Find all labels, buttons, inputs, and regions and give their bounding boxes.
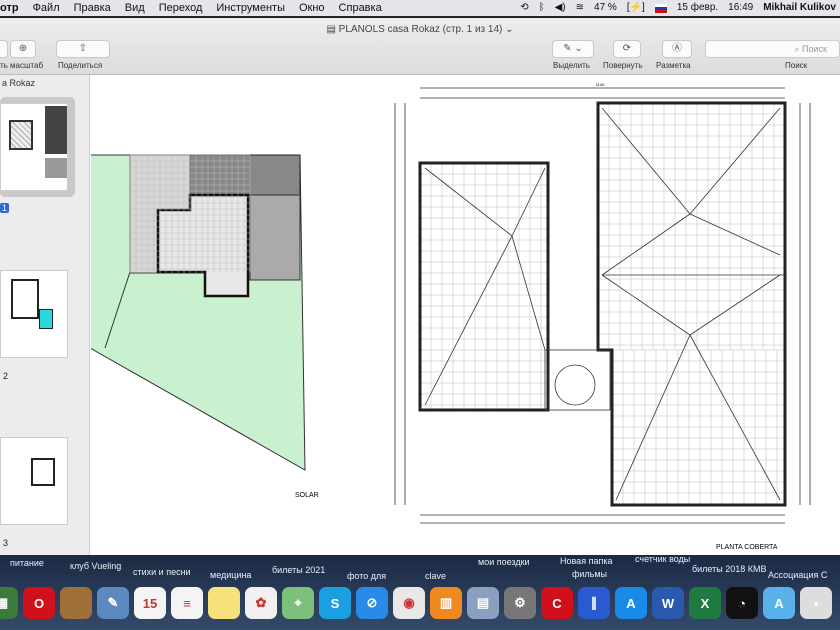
desktop-folder-label[interactable]: Ассоциация С [768, 570, 827, 580]
dock: ▦ O ✎ 15 ≡ ✿ ⌖ S ⊘ ◉ ▥ ▤ ⚙ C ∥ A W X ◔ A ▪ [0, 587, 832, 627]
dock-screens-icon[interactable]: ▦ [0, 587, 18, 619]
window-title-text: PLANOLS casa Rokaz (стр. 1 из 14) [338, 24, 503, 35]
search-placeholder: Поиск [802, 44, 827, 54]
battery-icon[interactable]: [⚡] [627, 2, 645, 13]
dock-notes-icon[interactable] [208, 587, 240, 619]
desktop-folder-label[interactable]: стихи и песни [133, 567, 191, 577]
solar-label: SOLAR [295, 492, 319, 499]
battery-percent[interactable]: 47 % [594, 2, 617, 13]
chevron-down-icon: ⌄ [574, 43, 583, 54]
dock-skype-icon[interactable]: S [319, 587, 351, 619]
menu-bar: отр Файл Правка Вид Переход Инструменты … [0, 0, 840, 18]
zoom-label: ть масштаб [0, 61, 44, 70]
document-page[interactable]: 1140 SOLAR PLANTA COBERTA [89, 75, 840, 555]
page-thumbnail-1[interactable] [0, 103, 68, 191]
gray-area [249, 194, 301, 281]
desktop-folder-label[interactable]: фильмы [572, 569, 607, 579]
zoom-in-button[interactable]: ⊕ [10, 40, 36, 58]
document-icon: ▤ [326, 24, 339, 35]
time-machine-icon[interactable]: ⟲ [520, 2, 528, 13]
share-button[interactable]: ⇧ [56, 40, 110, 58]
roof-left [418, 161, 550, 412]
menu-view[interactable]: отр [0, 2, 19, 14]
menubar-time[interactable]: 16:49 [728, 2, 753, 13]
input-source-flag-icon[interactable] [654, 4, 667, 13]
page-number-3[interactable]: 3 [3, 538, 8, 548]
thumbnail-sidebar: a Rokaz 1 2 3 [0, 75, 90, 555]
toolbar: ▤ PLANOLS casa Rokaz (стр. 1 из 14) ⌄ ⊕ … [0, 18, 840, 75]
menu-edit[interactable]: Правка [74, 2, 111, 14]
dock-applications-folder-icon[interactable]: A [763, 587, 795, 619]
zoom-out-button[interactable] [0, 40, 8, 58]
highlight-button[interactable]: ✎ ⌄ [552, 40, 594, 58]
rotate-button[interactable]: ⟳ [613, 40, 641, 58]
desktop-folder-label[interactable]: питание [10, 558, 44, 568]
zoom-in-icon: ⊕ [18, 43, 28, 54]
desktop-folder-label[interactable]: медицина [210, 570, 251, 580]
rotate-icon: ⟳ [622, 43, 632, 54]
menu-go[interactable]: Переход [159, 2, 203, 14]
share-label: Поделиться [58, 61, 103, 70]
dock-opera-icon[interactable]: O [23, 587, 55, 619]
bluetooth-icon[interactable]: ᛒ [539, 2, 545, 13]
roof-slope-lines [394, 87, 811, 524]
dock-speedtest-icon[interactable]: ◔ [726, 587, 758, 619]
dock-parallels-icon[interactable]: ∥ [578, 587, 610, 619]
dock-maps-icon[interactable]: ⌖ [282, 587, 314, 619]
desktop-folder-label[interactable]: билеты 2018 КМВ [692, 564, 767, 574]
desktop-folder-label[interactable]: мои поездки [478, 557, 530, 567]
desktop-folder-label[interactable]: clave [425, 571, 446, 581]
desktop-folder-label[interactable]: фото для [347, 571, 386, 581]
dock-app-store-icon[interactable]: A [615, 587, 647, 619]
menu-help[interactable]: Справка [339, 2, 382, 14]
dock-acrobat-icon[interactable]: C [541, 587, 573, 619]
dock-preview-icon[interactable]: ✎ [97, 587, 129, 619]
menu-tools[interactable]: Инструменты [216, 2, 285, 14]
dock-calendar-icon[interactable]: 15 [134, 587, 166, 619]
desktop-folder-label[interactable]: Новая папка [560, 556, 612, 566]
dock-chrome-icon[interactable]: ◉ [393, 587, 425, 619]
desktop-folder-label[interactable]: клуб Vueling [70, 561, 121, 571]
markup-icon: Ⓐ [672, 43, 682, 54]
desktop-folder-label[interactable]: билеты 2021 [272, 565, 325, 575]
page-thumbnail-3[interactable] [0, 437, 68, 525]
markup-button[interactable]: Ⓐ [662, 40, 692, 58]
search-input[interactable]: ⌕ Поиск [705, 40, 840, 58]
rotate-label: Повернуть [603, 61, 643, 70]
window-title[interactable]: ▤ PLANOLS casa Rokaz (стр. 1 из 14) ⌄ [0, 24, 840, 35]
dock-excel-icon[interactable]: X [689, 587, 721, 619]
dim-total: 1140 [596, 82, 605, 87]
highlight-label: Выделить [553, 61, 590, 70]
dock-photos-icon[interactable]: ✿ [245, 587, 277, 619]
dock-image-capture-icon[interactable]: ▤ [467, 587, 499, 619]
menu-window[interactable]: Окно [299, 2, 325, 14]
planta-coberta-label: PLANTA COBERTA [716, 544, 778, 551]
dock-finder-window-icon[interactable]: ▪ [800, 587, 832, 619]
dock-safari-icon[interactable]: ⊘ [356, 587, 388, 619]
share-icon: ⇧ [78, 43, 88, 54]
dock-reminders-icon[interactable]: ≡ [171, 587, 203, 619]
menu-view2[interactable]: Вид [125, 2, 145, 14]
pen-icon: ✎ [563, 43, 572, 54]
menu-file[interactable]: Файл [33, 2, 60, 14]
dock-word-icon[interactable]: W [652, 587, 684, 619]
desktop-folder-label[interactable]: счетчик воды [635, 554, 690, 564]
floor-plan-drawing: 1140 SOLAR PLANTA COBERTA [89, 82, 811, 551]
search-label: Поиск [785, 61, 808, 70]
markup-label: Разметка [656, 61, 691, 70]
page-number-2[interactable]: 2 [3, 371, 8, 381]
dock-notebook-icon[interactable] [60, 587, 92, 619]
wifi-icon[interactable]: ≋ [576, 2, 584, 13]
page-thumbnail-2[interactable] [0, 270, 68, 358]
volume-icon[interactable]: ◀) [555, 2, 566, 13]
menubar-user[interactable]: Mikhail Kulikov [763, 2, 836, 13]
search-icon: ⌕ [794, 44, 803, 54]
sidebar-doc-name: a Rokaz [2, 78, 36, 88]
roof-right [596, 101, 787, 507]
menubar-date[interactable]: 15 февр. [677, 2, 718, 13]
dock-system-preferences-icon[interactable]: ⚙ [504, 587, 536, 619]
dock-books-icon[interactable]: ▥ [430, 587, 462, 619]
page-number-1[interactable]: 1 [0, 203, 10, 213]
